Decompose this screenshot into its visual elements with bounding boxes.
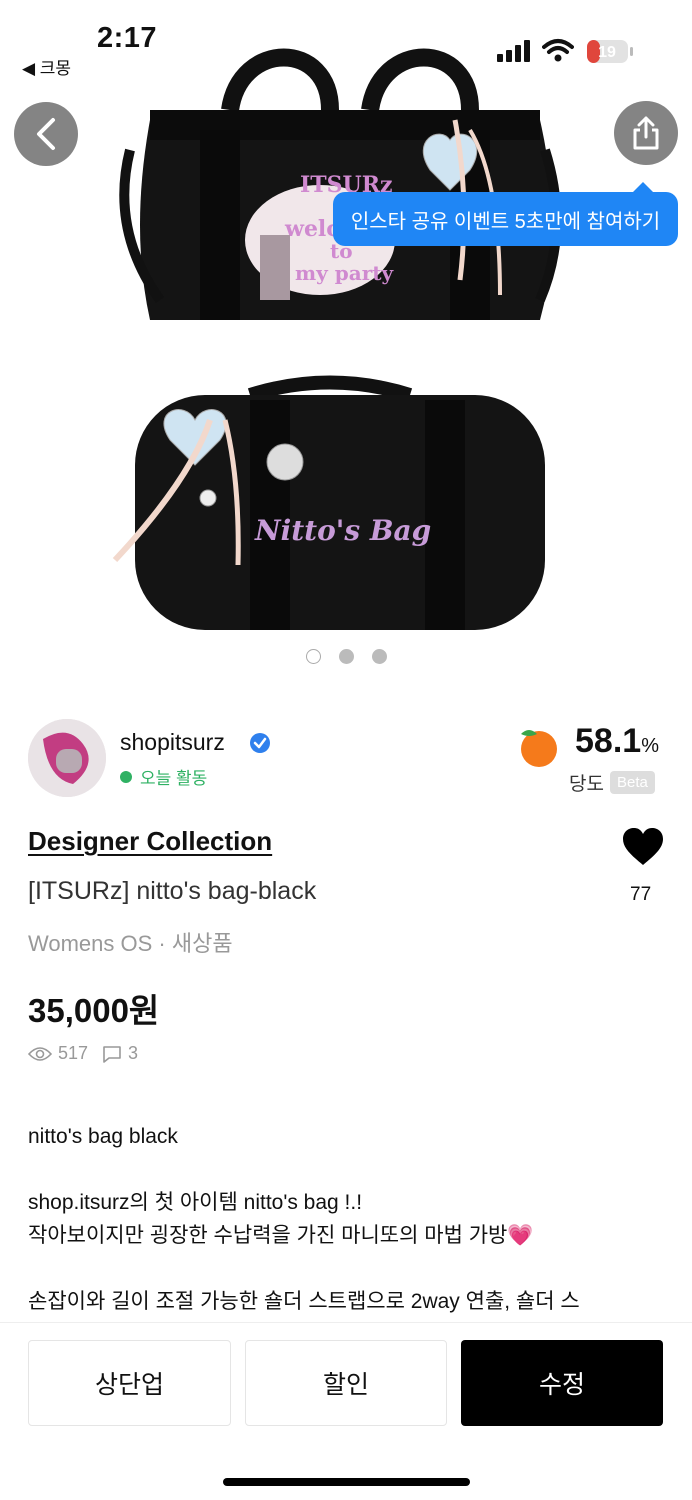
like-count: 77 bbox=[630, 884, 652, 905]
activity-text: 오늘 활동 bbox=[140, 769, 208, 788]
seller-name[interactable]: shopitsurz bbox=[120, 729, 225, 756]
product-title: [ITSURz] nitto's bag-black bbox=[28, 877, 317, 905]
status-bar: 2:17 ◀ 크몽 19 bbox=[0, 0, 692, 80]
battery-level: 19 bbox=[598, 44, 616, 61]
discount-button[interactable]: 할인 bbox=[245, 1340, 447, 1426]
product-meta: Womens OS · 새상품 bbox=[28, 931, 233, 956]
share-button[interactable] bbox=[614, 101, 678, 165]
discount-label: 할인 bbox=[322, 1371, 369, 1399]
beta-badge: Beta bbox=[609, 771, 655, 794]
seller-avatar[interactable] bbox=[28, 719, 106, 797]
wifi-icon bbox=[542, 39, 574, 62]
chevron-left-icon bbox=[37, 118, 55, 150]
product-description: nitto's bag black shop.itsurz의 첫 아이템 nit… bbox=[28, 1120, 668, 1320]
score-label-row: 당도 Beta bbox=[569, 769, 655, 796]
product-price: 35,000원 bbox=[28, 992, 160, 1029]
bump-label: 상단업 bbox=[94, 1371, 164, 1399]
back-to-app-link[interactable]: ◀ 크몽 bbox=[22, 54, 71, 79]
bag-print-text-4: my party bbox=[295, 261, 394, 285]
seller-activity-status: 오늘 활동 bbox=[120, 764, 207, 789]
eye-icon bbox=[28, 1046, 52, 1061]
peach-icon bbox=[521, 730, 557, 767]
category-link[interactable]: Designer Collection bbox=[28, 826, 272, 857]
heart-icon[interactable] bbox=[621, 827, 665, 867]
share-event-tooltip[interactable]: 인스타 공유 이벤트 5초만에 참여하기 bbox=[333, 182, 678, 246]
edit-button[interactable]: 수정 bbox=[461, 1340, 663, 1426]
bag-print-text-bottom: Nitto's Bag bbox=[254, 514, 431, 547]
cellular-signal-icon bbox=[497, 40, 530, 62]
carousel-pagination bbox=[306, 649, 387, 664]
description-line: shop.itsurz의 첫 아이템 nitto's bag !.! bbox=[28, 1191, 363, 1214]
seller-score[interactable]: 58.1% bbox=[575, 722, 659, 761]
battery-icon: 19 bbox=[587, 40, 633, 63]
online-dot-icon bbox=[120, 770, 132, 783]
score-unit: % bbox=[641, 735, 659, 757]
comment-count: 3 bbox=[128, 1043, 139, 1063]
bump-button[interactable]: 상단업 bbox=[28, 1340, 231, 1426]
verified-badge-icon bbox=[250, 733, 270, 753]
bottom-action-bar: 상단업 할인 수정 bbox=[0, 1322, 692, 1500]
product-stats: 517 3 bbox=[28, 1043, 138, 1064]
share-icon bbox=[633, 116, 659, 150]
carousel-dot[interactable] bbox=[372, 649, 387, 664]
edit-label: 수정 bbox=[538, 1371, 585, 1399]
score-value: 58.1 bbox=[575, 722, 642, 760]
description-line: nitto's bag black bbox=[28, 1125, 178, 1148]
description-line: 작아보이지만 굉장한 수납력을 가진 마니또의 마법 가방💗 bbox=[28, 1224, 534, 1247]
view-count: 517 bbox=[58, 1043, 89, 1063]
product-image: ITSURz welcome to my party Nitto's Bag bbox=[112, 48, 562, 630]
comment-icon bbox=[103, 1045, 121, 1063]
score-label: 당도 bbox=[569, 774, 604, 795]
home-indicator[interactable] bbox=[223, 1478, 470, 1486]
tooltip-text: 인스타 공유 이벤트 5초만에 참여하기 bbox=[350, 210, 661, 233]
description-line: 손잡이와 길이 조절 가능한 숄더 스트랩으로 2way 연출, 숄더 스 bbox=[28, 1290, 580, 1313]
clock: 2:17 bbox=[97, 22, 158, 54]
back-button[interactable] bbox=[14, 102, 78, 166]
avatar-image bbox=[28, 719, 106, 797]
product-image-carousel[interactable]: ITSURz welcome to my party Nitto's Bag 인… bbox=[0, 0, 692, 690]
carousel-dot[interactable] bbox=[339, 649, 354, 664]
carousel-dot-active[interactable] bbox=[306, 649, 321, 664]
